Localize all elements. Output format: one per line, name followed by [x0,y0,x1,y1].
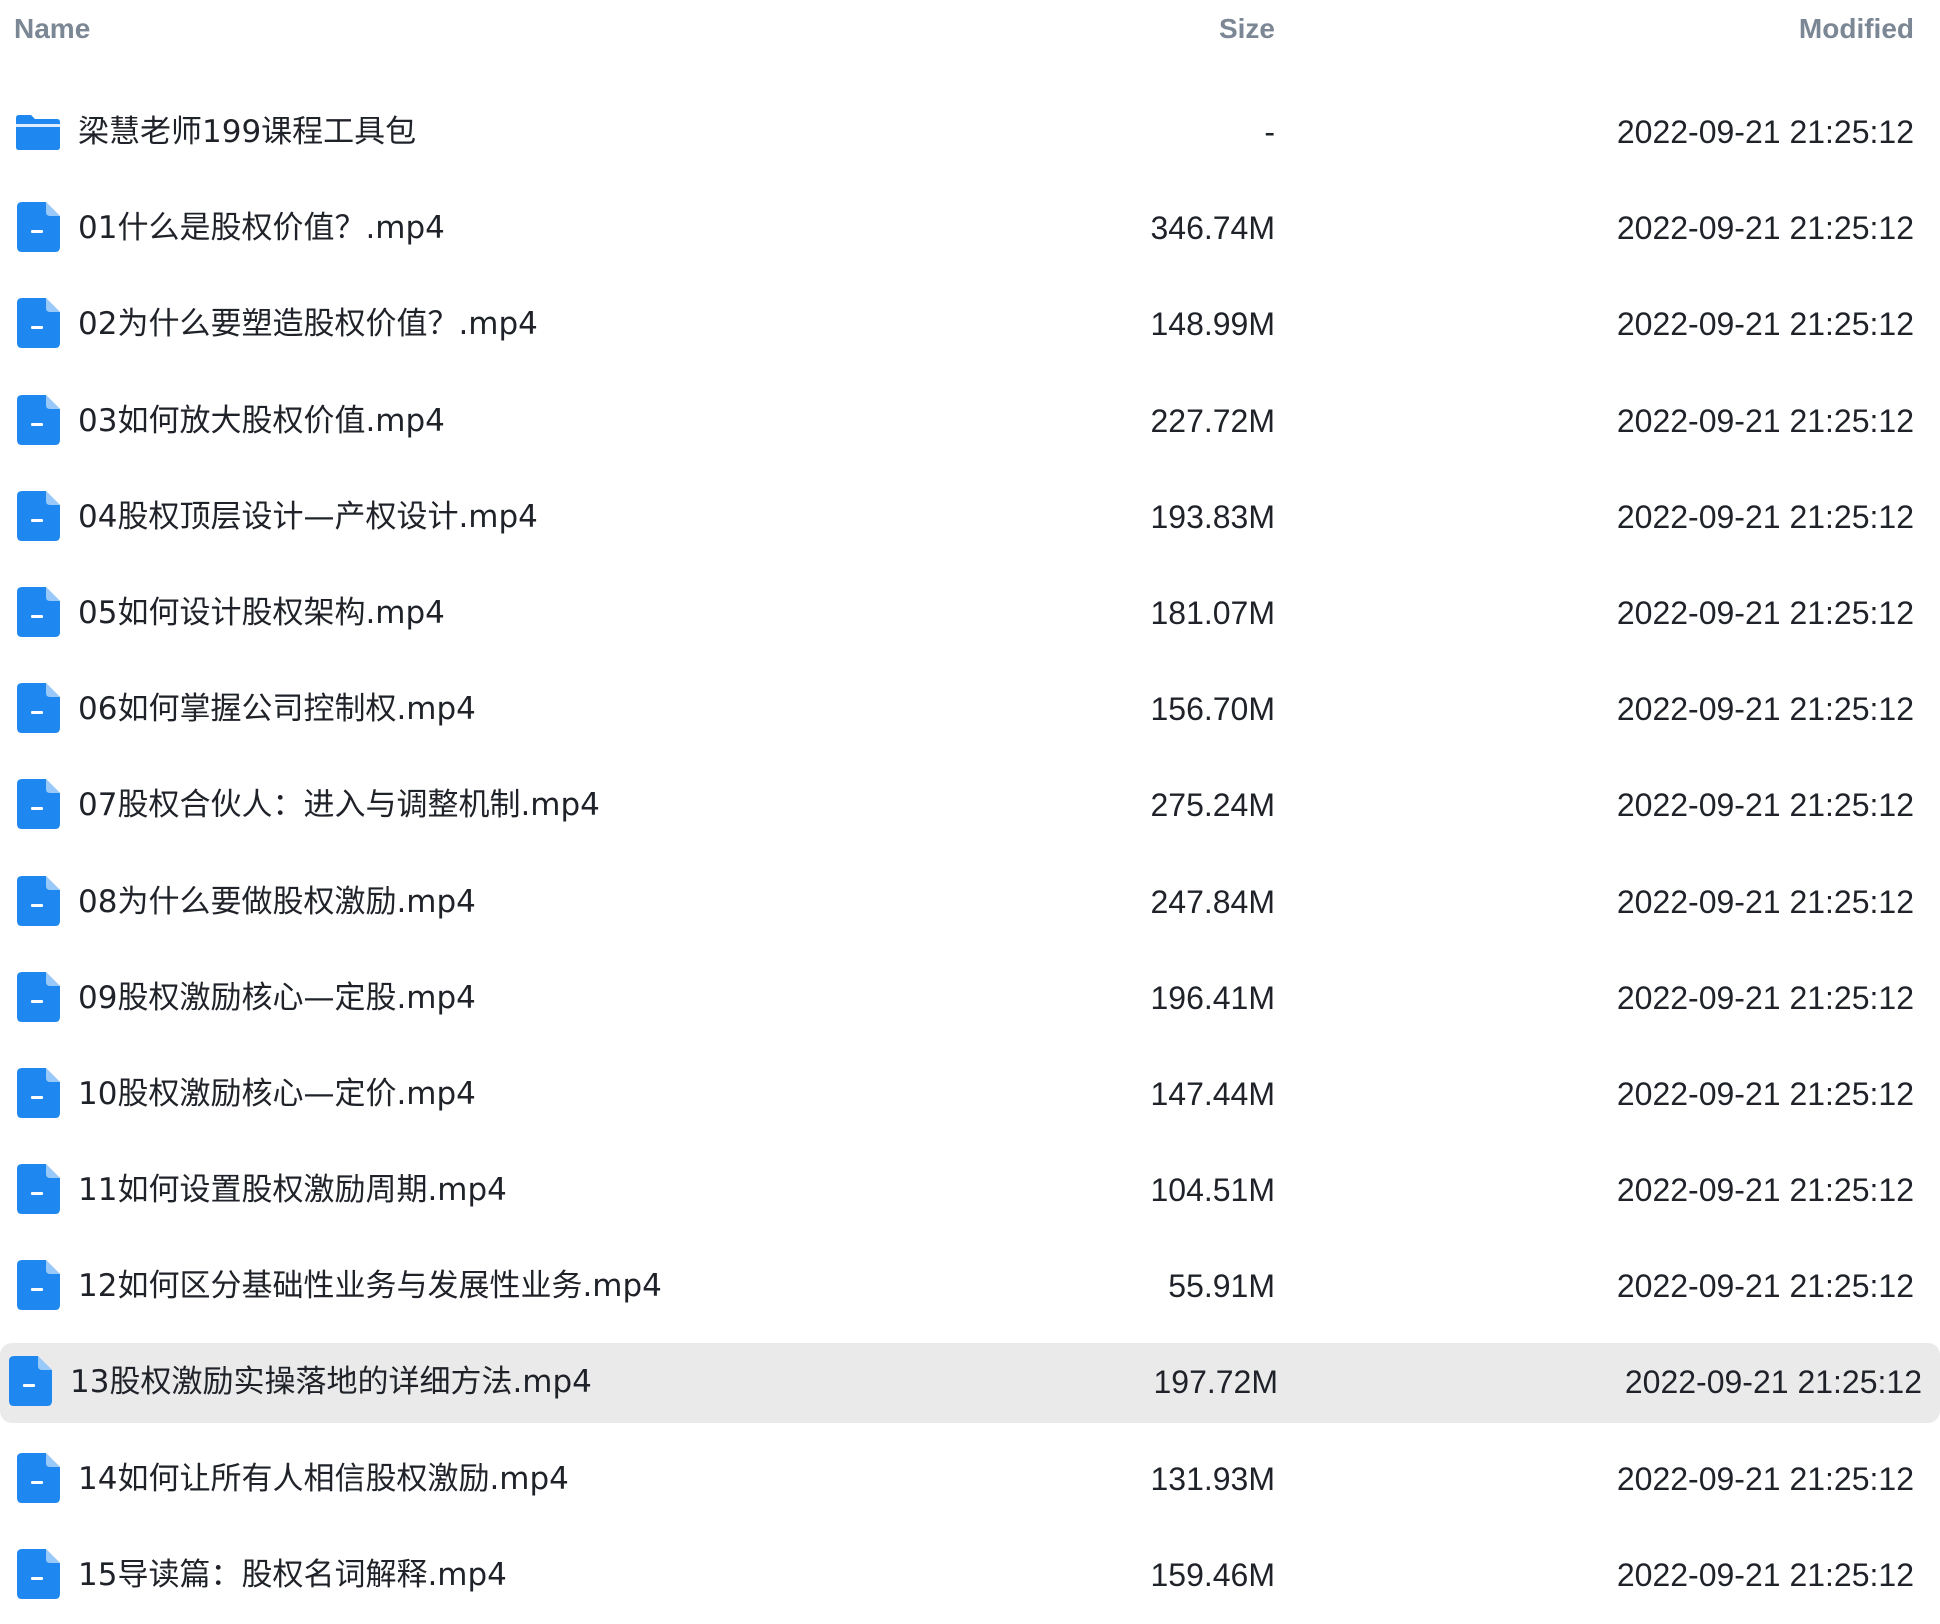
file-row[interactable]: 11如何设置股权激励周期.mp4 104.51M 2022-09-21 21:25:… [0,1143,1940,1239]
file-row[interactable]: 02为什么要塑造股权价值？.mp4 148.99M 2022-09-21 21:25… [0,277,1940,373]
file-size: 247.84M [1150,883,1275,920]
file-row[interactable]: 03如何放大股权价值.mp4 227.72M 2022-09-21 21:25:12 [0,374,1940,470]
document-icon [16,202,60,253]
file-row[interactable]: 04股权顶层设计—产权设计.mp4 193.83M 2022-09-21 21:25… [0,470,1940,566]
file-name: 04股权顶层设计—产权设计.mp4 [78,498,538,535]
column-header-name[interactable]: Name [14,13,90,45]
file-modified: 2022-09-21 21:25:12 [1616,1172,1914,1209]
file-size: 55.91M [1168,1268,1275,1305]
file-row[interactable]: 08为什么要做股权激励.mp4 247.84M 2022-09-21 21:25:1… [0,855,1940,951]
file-modified: 2022-09-21 21:25:12 [1616,1460,1914,1497]
folder-row[interactable]: 梁慧老师199课程工具包 - 2022-09-21 21:25:12 [0,85,1940,181]
file-name: 09股权激励核心—定股.mp4 [78,979,476,1016]
file-modified: 2022-09-21 21:25:12 [1616,1556,1914,1593]
file-size: 147.44M [1150,1075,1275,1112]
file-modified: 2022-09-21 21:25:12 [1616,787,1914,824]
file-modified: 2022-09-21 21:25:12 [1616,1075,1914,1112]
file-row[interactable]: 10股权激励核心—定价.mp4 147.44M 2022-09-21 21:25:1… [0,1047,1940,1143]
document-icon [16,1452,60,1503]
document-icon [16,298,60,349]
file-modified: 2022-09-21 21:25:12 [1624,1364,1922,1401]
document-icon [16,875,60,926]
file-name: 02为什么要塑造股权价值？.mp4 [78,306,538,343]
file-row[interactable]: 14如何让所有人相信股权激励.mp4 131.93M 2022-09-21 21:2… [0,1432,1940,1528]
file-size: 148.99M [1150,306,1275,343]
file-size: 104.51M [1150,1172,1275,1209]
file-row[interactable]: 05如何设计股权架构.mp4 181.07M 2022-09-21 21:25:12 [0,566,1940,662]
file-modified: 2022-09-21 21:25:12 [1616,979,1914,1016]
file-size: 193.83M [1150,498,1275,535]
column-header-modified[interactable]: Modified [1799,13,1914,45]
file-size: 131.93M [1150,1460,1275,1497]
file-name: 08为什么要做股权激励.mp4 [78,883,476,920]
file-size: - [1264,114,1275,150]
file-size: 181.07M [1150,594,1275,631]
file-size: 275.24M [1150,787,1275,824]
file-list: Name Size Modified 梁慧老师199课程工具包 - 2022-09-… [0,0,1940,1610]
file-name: 15导读篇：股权名词解释.mp4 [78,1556,507,1593]
file-name: 01什么是股权价值？.mp4 [78,210,445,247]
file-name: 07股权合伙人：进入与调整机制.mp4 [78,787,600,824]
document-icon [16,683,60,734]
file-name: 14如何让所有人相信股权激励.mp4 [78,1460,569,1497]
file-modified: 2022-09-21 21:25:12 [1616,883,1914,920]
file-row[interactable]: 01什么是股权价值？.mp4 346.74M 2022-09-21 21:25:12 [0,181,1940,277]
document-icon [16,779,60,830]
file-size: 227.72M [1150,402,1275,439]
file-modified: 2022-09-21 21:25:12 [1616,691,1914,728]
file-row[interactable]: 06如何掌握公司控制权.mp4 156.70M 2022-09-21 21:25:1… [0,662,1940,758]
file-size: 196.41M [1150,979,1275,1016]
file-name: 11如何设置股权激励周期.mp4 [78,1172,507,1209]
file-name: 梁慧老师199课程工具包 [78,114,417,150]
file-modified: 2022-09-21 21:25:12 [1616,210,1914,247]
file-size: 346.74M [1150,210,1275,247]
document-icon [8,1356,52,1407]
file-modified: 2022-09-21 21:25:12 [1616,498,1914,535]
document-icon [16,1164,60,1215]
file-modified: 2022-09-21 21:25:12 [1616,114,1914,150]
list-header: Name Size Modified [0,0,1940,60]
file-row[interactable]: 07股权合伙人：进入与调整机制.mp4 275.24M 2022-09-21 21:… [0,758,1940,854]
document-icon [16,971,60,1022]
file-row[interactable]: 09股权激励核心—定股.mp4 196.41M 2022-09-21 21:25:1… [0,951,1940,1047]
file-name: 03如何放大股权价值.mp4 [78,402,445,439]
document-icon [16,1548,60,1599]
file-size: 159.46M [1150,1556,1275,1593]
document-icon [16,1260,60,1311]
file-rows: 梁慧老师199课程工具包 -2022-09-21 21:25:12 01什么是股权价… [0,85,1940,1624]
document-icon [16,1067,60,1118]
file-name: 10股权激励核心—定价.mp4 [78,1075,476,1112]
file-name: 12如何区分基础性业务与发展性业务.mp4 [78,1268,662,1305]
document-icon [16,394,60,445]
column-header-size[interactable]: Size [1219,13,1275,45]
file-row[interactable]: 12如何区分基础性业务与发展性业务.mp4 55.91M 2022-09-21 21… [0,1239,1940,1335]
file-size: 156.70M [1150,691,1275,728]
file-name: 06如何掌握公司控制权.mp4 [78,691,476,728]
file-size: 197.72M [1153,1364,1278,1401]
file-name: 13股权激励实操落地的详细方法.mp4 [70,1364,592,1401]
document-icon [16,586,60,637]
folder-icon [16,106,60,156]
file-modified: 2022-09-21 21:25:12 [1616,402,1914,439]
file-modified: 2022-09-21 21:25:12 [1616,594,1914,631]
file-modified: 2022-09-21 21:25:12 [1616,1268,1914,1305]
file-name: 05如何设计股权架构.mp4 [78,594,445,631]
file-row[interactable]: 13股权激励实操落地的详细方法.mp4 197.72M 2022-09-21 21:… [0,1335,1940,1431]
file-modified: 2022-09-21 21:25:12 [1616,306,1914,343]
document-icon [16,490,60,541]
